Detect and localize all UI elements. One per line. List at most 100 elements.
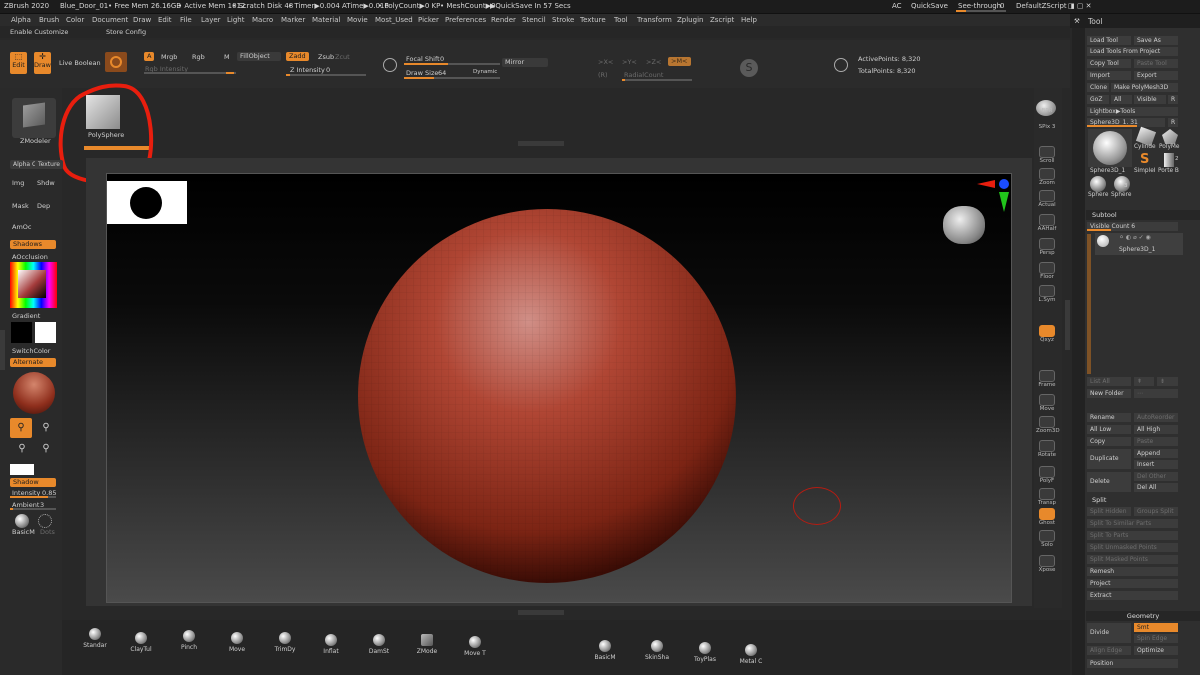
all-low-button[interactable]: All Low <box>1087 425 1131 434</box>
divide-button[interactable]: Divide <box>1087 623 1131 643</box>
clone-button[interactable]: Clone <box>1087 83 1109 92</box>
list-all-button[interactable]: List All <box>1087 377 1131 386</box>
bottom-tray-handle[interactable] <box>518 610 564 615</box>
enable-customize-button[interactable]: Enable Customize <box>10 28 68 36</box>
subtool-item[interactable]: ⚪ ◐ ⌀ ✓ ◉ Sphere3D_1 <box>1095 233 1183 255</box>
basic-material-icon[interactable] <box>15 514 29 528</box>
radial-count-slider[interactable] <box>622 79 692 81</box>
menu-texture[interactable]: Texture <box>580 16 606 24</box>
sphere-thumbnail[interactable] <box>1090 176 1106 192</box>
menu-document[interactable]: Document <box>92 16 128 24</box>
shdw-button[interactable]: Shdw <box>37 179 55 187</box>
axis-x-arrow[interactable] <box>977 180 995 188</box>
light-bulb-icon[interactable]: ⚲ <box>36 418 56 438</box>
draw-button[interactable]: ✛ Draw <box>34 52 51 74</box>
ambient-slider[interactable] <box>10 508 56 510</box>
menu-stroke[interactable]: Stroke <box>552 16 574 24</box>
primary-color-swatch[interactable] <box>35 322 56 343</box>
view-ghost-button[interactable]: Ghost <box>1036 508 1058 526</box>
zsub-button[interactable]: Zsub <box>318 53 334 61</box>
menu-zscript[interactable]: Zscript <box>710 16 734 24</box>
delete-button[interactable]: Delete <box>1087 472 1131 492</box>
view-aahalf-button[interactable]: AAHalf <box>1036 214 1058 232</box>
rgb-intensity-slider[interactable] <box>144 72 236 74</box>
aocclusion-label[interactable]: AOcclusion <box>12 253 48 261</box>
split-hidden-button[interactable]: Split Hidden <box>1087 507 1131 516</box>
menu-picker[interactable]: Picker <box>418 16 439 24</box>
draw-size-slider[interactable] <box>404 77 500 79</box>
view-move-button[interactable]: Move <box>1036 394 1058 412</box>
insert-button[interactable]: Insert <box>1134 460 1178 469</box>
subtool-toggle-icons[interactable]: ⚪ ◐ ⌀ ✓ ◉ <box>1119 234 1151 241</box>
subtool-list-scrollbar[interactable] <box>1087 234 1091 374</box>
del-other-button[interactable]: Del Other <box>1134 472 1178 481</box>
menu-transform[interactable]: Transform <box>637 16 672 24</box>
menu-zplugin[interactable]: Zplugin <box>677 16 703 24</box>
shadows-toggle[interactable]: Shadows <box>10 240 56 249</box>
brush-trimdy[interactable]: TrimDy <box>268 632 302 653</box>
brush-move[interactable]: Move <box>220 632 254 653</box>
geometry-section-header[interactable]: Geometry <box>1086 611 1200 621</box>
zadd-button[interactable]: Zadd <box>286 52 309 61</box>
brush-toyplas[interactable]: ToyPlas <box>688 642 722 663</box>
brush-standar[interactable]: Standar <box>78 628 112 649</box>
view-polyf-button[interactable]: PolyF <box>1036 466 1058 484</box>
paste-button[interactable]: Paste <box>1134 437 1178 446</box>
texture-off-button[interactable]: Texture <box>35 160 63 169</box>
menu-material[interactable]: Material <box>312 16 340 24</box>
goz-r-button[interactable]: R <box>1168 95 1178 104</box>
tool-palette-title[interactable]: Tool <box>1088 17 1103 26</box>
save-as-button[interactable]: Save As <box>1134 36 1178 45</box>
dep-button[interactable]: Dep <box>37 202 50 210</box>
current-tool-thumbnail[interactable] <box>1088 129 1132 167</box>
view-persp-button[interactable]: Persp <box>1036 238 1058 256</box>
light-color-swatch[interactable] <box>10 464 34 475</box>
axis-y-arrow[interactable] <box>999 192 1009 212</box>
new-folder-button[interactable]: New Folder <box>1087 389 1131 398</box>
intensity-slider[interactable] <box>10 496 56 498</box>
brush-skinsha[interactable]: SkinSha <box>640 640 674 661</box>
color-square[interactable] <box>18 270 46 298</box>
copy-button[interactable]: Copy <box>1087 437 1131 446</box>
menu-preferences[interactable]: Preferences <box>445 16 486 24</box>
menu-most-used[interactable]: Most_Used <box>375 16 413 24</box>
light-bulb-icon[interactable]: ⚲ <box>36 443 56 461</box>
all-high-button[interactable]: All High <box>1134 425 1178 434</box>
extract-section[interactable]: Extract <box>1087 591 1178 600</box>
tool-r-button[interactable]: R <box>1168 118 1178 127</box>
view-solo-button[interactable]: Solo <box>1036 530 1058 548</box>
dots-stroke-icon[interactable] <box>38 514 52 528</box>
brush-metal-c[interactable]: Metal C <box>734 644 768 665</box>
mrgb-button[interactable]: Mrgb <box>161 53 177 61</box>
menu-movie[interactable]: Movie <box>347 16 368 24</box>
menu-draw[interactable]: Draw <box>133 16 151 24</box>
view-floor-button[interactable]: Floor <box>1036 262 1058 280</box>
axis-z-dot[interactable] <box>999 179 1009 189</box>
align-edge-button[interactable]: Align Edge <box>1087 646 1131 655</box>
groups-split-button[interactable]: Groups Split <box>1134 507 1178 516</box>
focal-shift-slider[interactable] <box>404 63 500 65</box>
see-through-slider[interactable] <box>956 10 1006 12</box>
view-zoom3d-button[interactable]: Zoom3D <box>1036 416 1060 434</box>
duplicate-button[interactable]: Duplicate <box>1087 449 1131 469</box>
shadow-toggle[interactable]: Shadow <box>10 478 56 487</box>
smt-toggle[interactable]: Smt <box>1134 623 1178 632</box>
split-unmasked-button[interactable]: Split Unmasked Points <box>1087 543 1178 552</box>
view-zoom-button[interactable]: Zoom <box>1036 168 1058 186</box>
menu-brush[interactable]: Brush <box>39 16 59 24</box>
current-tool-slider[interactable]: Sphere3D_1. 31 <box>1087 118 1165 127</box>
optimize-button[interactable]: Optimize <box>1134 646 1178 655</box>
live-boolean-toggle[interactable] <box>105 52 127 72</box>
menu-layer[interactable]: Layer <box>201 16 221 24</box>
right-tray-handle[interactable] <box>1065 300 1070 350</box>
quicksave-button[interactable]: QuickSave <box>911 2 948 10</box>
brush-damst[interactable]: DamSt <box>362 634 396 655</box>
folder-options-icon[interactable]: ⋯ <box>1134 389 1178 398</box>
make-polymesh3d-button[interactable]: Make PolyMesh3D <box>1111 83 1178 92</box>
view-frame-button[interactable]: Frame <box>1036 370 1058 388</box>
top-tray-handle[interactable] <box>518 141 564 146</box>
split-masked-button[interactable]: Split Masked Points <box>1087 555 1178 564</box>
view-bpr-button[interactable]: BPR <box>1036 108 1058 114</box>
rgb-button[interactable]: Rgb <box>192 53 205 61</box>
radial-r-button[interactable]: (R) <box>598 71 608 79</box>
